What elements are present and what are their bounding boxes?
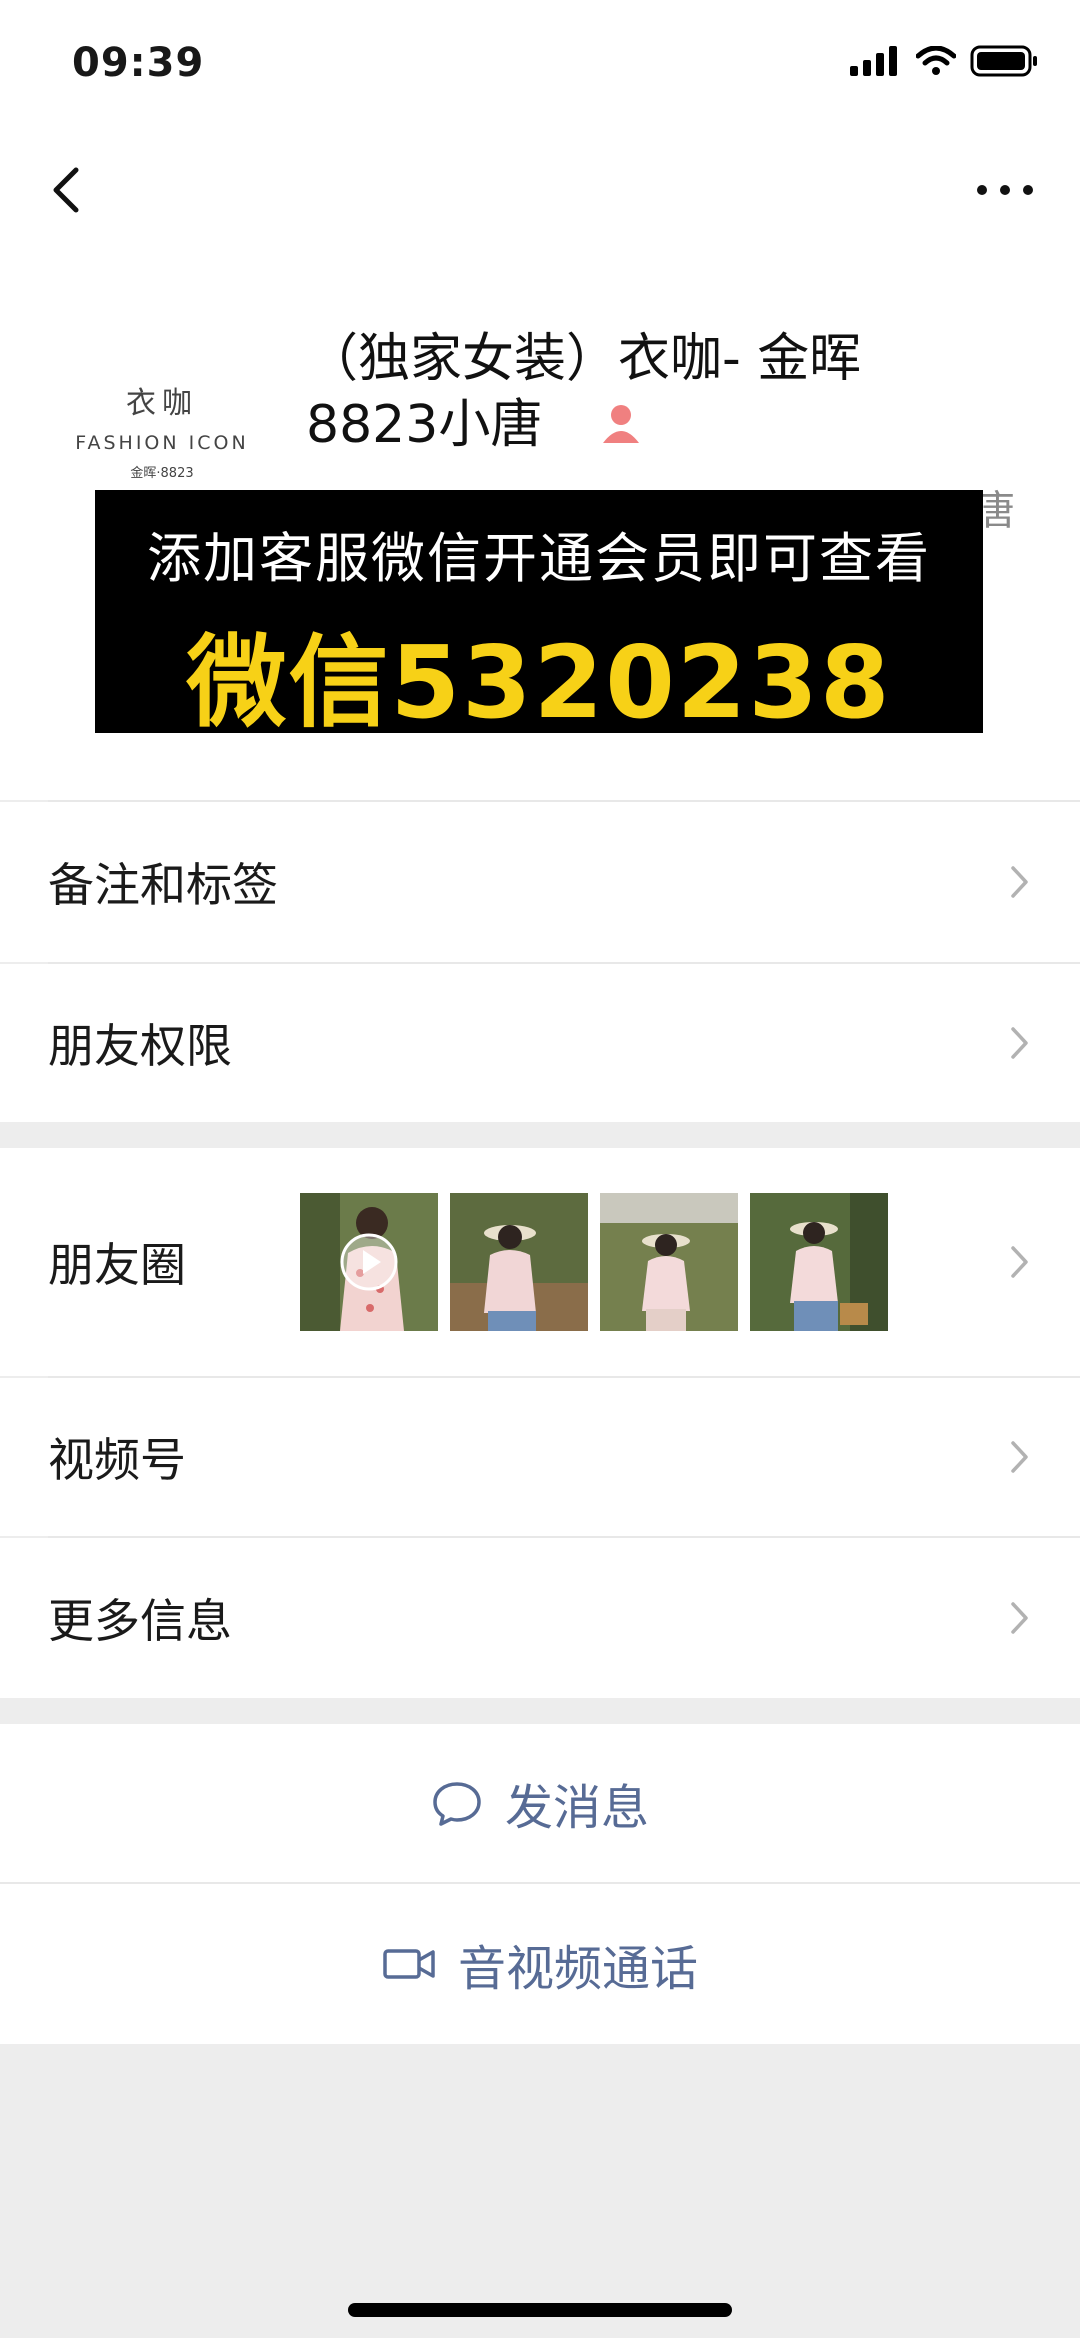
moments-photo-image <box>600 1193 738 1331</box>
moments-thumbnails <box>300 1193 888 1331</box>
notes-tags-label: 备注和标签 <box>48 858 278 912</box>
avatar-en-text: FASHION ICON <box>75 432 249 454</box>
moments-label: 朋友圈 <box>48 1238 186 1292</box>
moments-photo-image <box>750 1193 888 1331</box>
friend-permissions-label: 朋友权限 <box>48 1019 232 1073</box>
video-call-label: 音视频通话 <box>457 1941 698 1997</box>
avatar-cn-text: 衣咖 <box>126 386 198 421</box>
status-bar: 09:39 <box>0 0 1080 130</box>
battery-icon <box>970 45 1037 77</box>
home-indicator <box>348 2303 732 2317</box>
video-call-button[interactable]: 音视频通话 <box>0 1884 1080 2044</box>
signal-icon <box>850 46 897 76</box>
gender-person-icon <box>599 395 643 461</box>
more-info-row[interactable]: 更多信息 <box>0 1538 1080 1698</box>
profile-name: （独家女装）衣咖- 金晖8823小唐 <box>306 329 862 455</box>
channels-label: 视频号 <box>48 1433 186 1487</box>
send-message-label: 发消息 <box>504 1780 649 1836</box>
more-options-icon[interactable] <box>970 170 1040 210</box>
status-time: 09:39 <box>72 40 205 86</box>
promo-line2: 微信5320238 <box>186 624 892 741</box>
avatar-sub-text: 金晖·8823 <box>130 466 194 481</box>
chevron-right-icon <box>1011 866 1028 898</box>
moments-thumbnail[interactable] <box>450 1193 588 1331</box>
send-message-button[interactable]: 发消息 <box>0 1724 1080 1882</box>
moments-thumbnail[interactable] <box>300 1193 438 1331</box>
chevron-right-icon <box>1011 1027 1028 1059</box>
friend-permissions-row[interactable]: 朋友权限 <box>0 964 1080 1122</box>
notes-tags-row[interactable]: 备注和标签 <box>0 802 1080 962</box>
chevron-right-icon <box>1011 1602 1028 1634</box>
wifi-icon <box>916 46 956 75</box>
chevron-right-icon <box>1011 1246 1028 1278</box>
moments-thumbnail[interactable] <box>750 1193 888 1331</box>
promo-line1: 添加客服微信开通会员即可查看 <box>147 527 931 590</box>
profile-name-block: （独家女装）衣咖- 金晖8823小唐 <box>306 326 966 461</box>
back-icon[interactable] <box>40 160 100 220</box>
chevron-right-icon <box>1011 1441 1028 1473</box>
channels-row[interactable]: 视频号 <box>0 1378 1080 1536</box>
profile-header: 衣咖 FASHION ICON 金晖·8823 （独家女装）衣咖- 金晖8823… <box>0 250 1080 800</box>
moments-thumbnail[interactable] <box>600 1193 738 1331</box>
play-icon <box>340 1233 398 1291</box>
more-info-label: 更多信息 <box>48 1594 232 1648</box>
video-camera-icon <box>382 1946 436 1982</box>
chat-bubble-icon <box>431 1780 483 1826</box>
moments-row[interactable]: 朋友圈 <box>0 1148 1080 1376</box>
status-icons <box>850 44 1040 78</box>
promo-banner: 添加客服微信开通会员即可查看 微信5320238 <box>95 490 983 741</box>
moments-photo-image <box>450 1193 588 1331</box>
nav-bar <box>0 130 1080 250</box>
